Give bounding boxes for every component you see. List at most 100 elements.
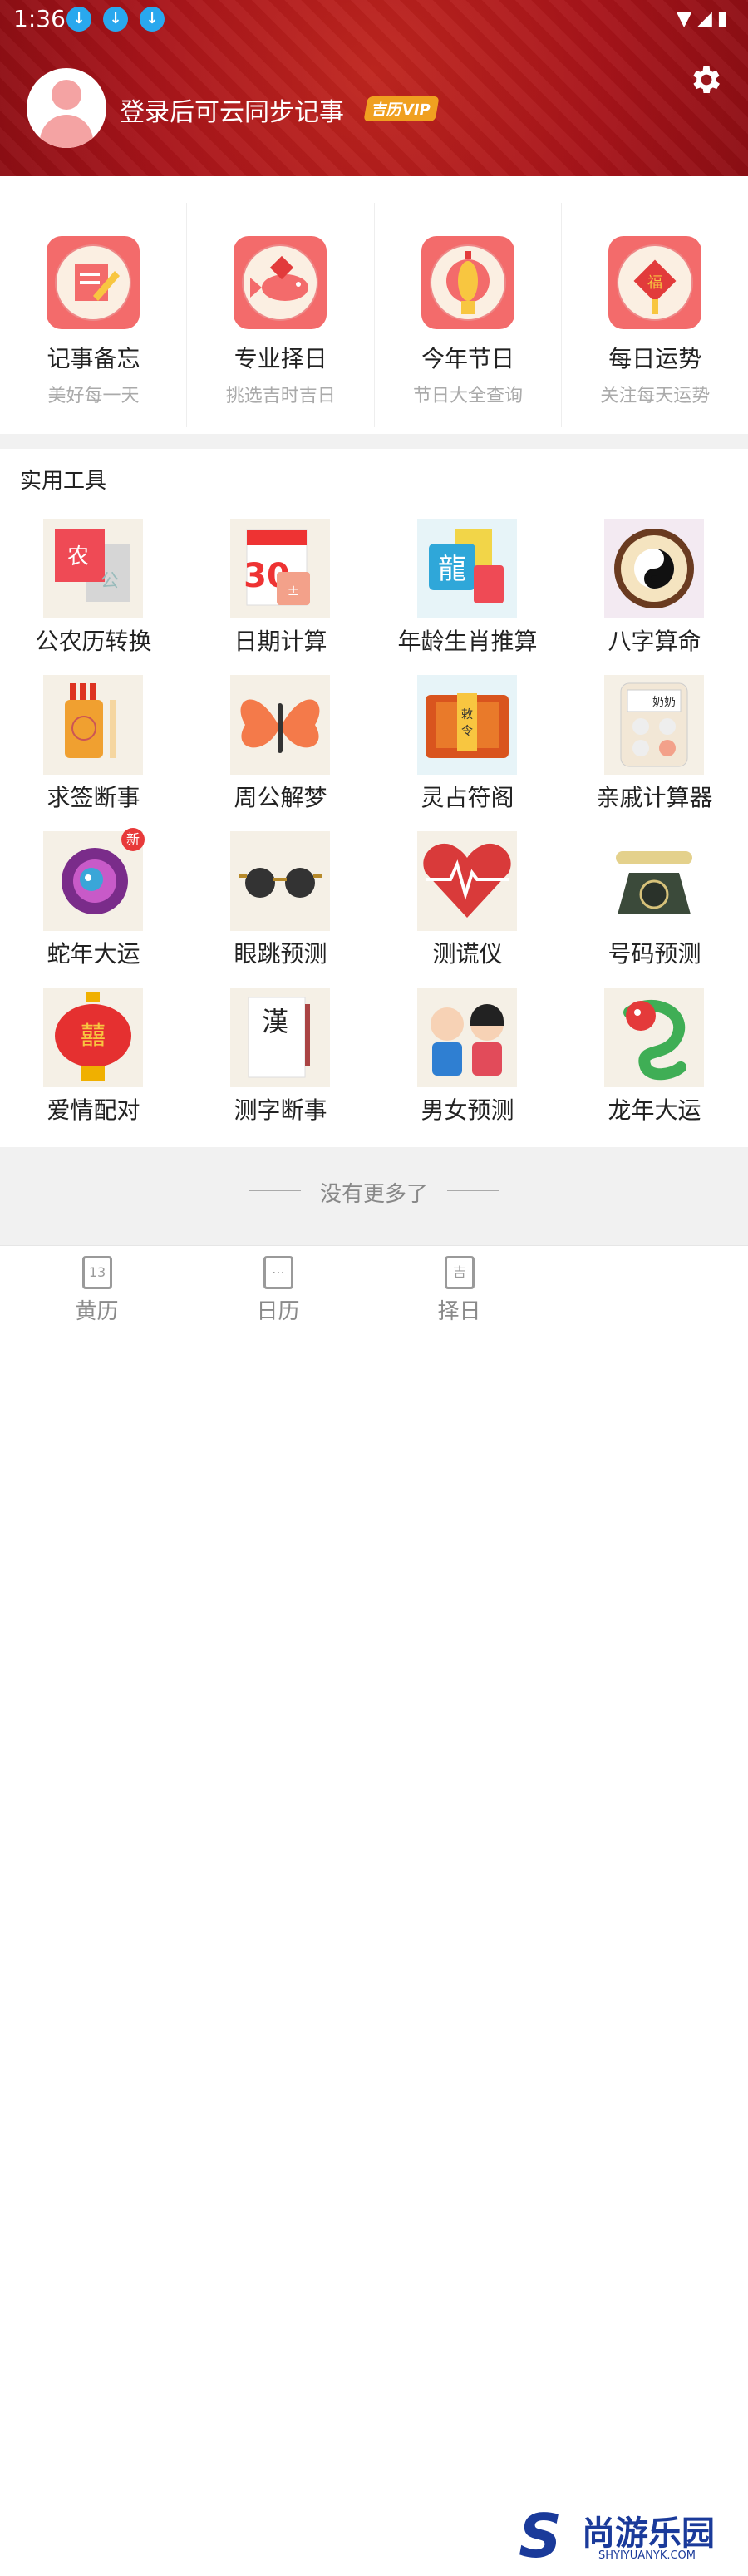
tool-label: 公农历转换 (35, 628, 152, 655)
notepad-icon (47, 236, 140, 329)
boy-girl-icon (417, 988, 517, 1087)
tool-love-match[interactable]: 囍 爱情配对 (0, 988, 187, 1147)
tool-snake-year[interactable]: 新 蛇年大运 (0, 828, 187, 991)
svg-text:敕: 敕 (461, 707, 473, 722)
fortune-sticks-icon (43, 675, 143, 775)
feature-subtitle: 关注每天运势 (600, 386, 711, 406)
tool-date-calc[interactable]: 30 ± 日期计算 (187, 519, 374, 678)
tool-label: 爱情配对 (47, 1096, 140, 1124)
avatar[interactable] (27, 68, 106, 148)
tool-label: 周公解梦 (234, 784, 327, 811)
tool-bazi[interactable]: 八字算命 (561, 519, 748, 678)
svg-text:公: 公 (101, 571, 119, 592)
talisman-icon: 敕令 (417, 675, 517, 775)
tab-date-select[interactable]: 吉 择日 (366, 1246, 553, 1331)
watermark-s-icon: S (519, 2501, 562, 2571)
zodiac-age-icon: 龍 (417, 519, 517, 618)
tool-relative-calc[interactable]: 奶奶 亲戚计算器 (561, 675, 748, 835)
watermark-logo: S 尚游乐园 SHYIYUANYK.COM (515, 2501, 748, 2576)
feature-title: 每日运势 (608, 345, 702, 372)
butterfly-icon (230, 675, 330, 775)
bottom-tab-bar: 13 黄历 ⋯ 日历 吉 择日 S 尚游乐园 SHYIYUANYK.COM (0, 1245, 748, 2571)
feature-subtitle: 美好每一天 (47, 386, 140, 406)
feature-title: 专业择日 (234, 345, 327, 372)
feature-notes[interactable]: 记事备忘 美好每一天 (0, 203, 186, 427)
tool-character-divination[interactable]: 漢 测字断事 (187, 988, 374, 1147)
feature-date-selection[interactable]: 专业择日 挑选吉时吉日 (186, 203, 373, 427)
profile-header: 1:36 ↓ ↓ ↓ ▼◢▮ 登录后可云同步记事 吉历VIP (0, 0, 748, 176)
feature-title: 今年节日 (421, 345, 514, 372)
calendar-convert-icon: 农公 (43, 519, 143, 618)
tool-gender-predict[interactable]: 男女预测 (374, 988, 561, 1147)
calligraphy-icon: 漢 (230, 988, 330, 1087)
lantern-icon (421, 236, 514, 329)
yin-yang-icon (604, 519, 704, 618)
svg-text:奶奶: 奶奶 (652, 696, 676, 709)
heart-pulse-icon (417, 831, 517, 931)
status-time: 1:36 (13, 5, 66, 32)
feature-holidays[interactable]: 今年节日 节日大全查询 (373, 203, 561, 427)
download-icon: ↓ (140, 7, 165, 32)
settings-gear-icon[interactable] (688, 62, 725, 98)
watermark-text: 尚游乐园 (582, 2514, 715, 2553)
tab-label: 择日 (437, 1299, 481, 1324)
tool-calendar-convert[interactable]: 农公 公农历转换 (0, 519, 187, 678)
new-badge: 新 (121, 828, 145, 851)
tool-lie-detector[interactable]: 测谎仪 (374, 831, 561, 991)
vip-badge: 吉历VIP (363, 96, 440, 121)
tool-label: 男女预测 (421, 1096, 514, 1124)
tool-label: 年龄生肖推算 (397, 628, 538, 655)
section-divider (0, 434, 748, 449)
dragon-icon (604, 988, 704, 1087)
tool-talisman[interactable]: 敕令 灵占符阁 (374, 675, 561, 835)
tab-calendar[interactable]: ⋯ 日历 (185, 1246, 372, 1331)
tool-number-predict[interactable]: 号码预测 (561, 831, 748, 991)
download-icon: ↓ (103, 7, 128, 32)
tool-dragon-year[interactable]: 龙年大运 (561, 988, 748, 1147)
svg-text:令: 令 (461, 725, 473, 738)
tool-dream[interactable]: 周公解梦 (187, 675, 374, 835)
tool-label: 号码预测 (608, 940, 701, 968)
watermark-url: SHYIYUANYK.COM (598, 2549, 696, 2562)
tools-section-title: 实用工具 (20, 469, 107, 494)
svg-text:漢: 漢 (262, 1006, 288, 1037)
end-of-list: 没有更多了 (0, 1147, 748, 1245)
fu-knot-icon: 福 (608, 236, 701, 329)
feature-subtitle: 节日大全查询 (412, 386, 523, 406)
divider-line (447, 1190, 499, 1191)
tool-label: 日期计算 (234, 628, 327, 655)
auspicious-calendar-icon: 吉 (445, 1256, 475, 1289)
tool-fortune-sticks[interactable]: 求签断事 (0, 675, 187, 835)
svg-text:农: 农 (67, 544, 89, 569)
login-prompt[interactable]: 登录后可云同步记事 (120, 91, 344, 128)
tool-label: 测谎仪 (432, 940, 503, 968)
svg-text:龍: 龍 (438, 553, 466, 586)
feature-daily-fortune[interactable]: 福 每日运势 关注每天运势 (560, 203, 748, 427)
download-icon: ↓ (66, 7, 91, 32)
svg-text:±: ± (287, 582, 299, 599)
tool-eye-twitch[interactable]: 眼跳预测 (187, 831, 374, 991)
tool-label: 龙年大运 (608, 1096, 701, 1124)
tool-label: 蛇年大运 (47, 940, 140, 968)
sunglasses-icon (230, 831, 330, 931)
tool-label: 眼跳预测 (234, 940, 327, 968)
tool-label: 灵占符阁 (421, 784, 514, 811)
feature-title: 记事备忘 (47, 345, 140, 372)
tab-label: 黄历 (75, 1299, 119, 1324)
telephone-icon (604, 831, 704, 931)
svg-text:福: 福 (647, 274, 662, 292)
calculator-icon: 奶奶 (604, 675, 704, 775)
tab-label: 日历 (256, 1299, 300, 1324)
fish-icon (234, 236, 327, 329)
double-happiness-lantern-icon: 囍 (43, 988, 143, 1087)
svg-text:囍: 囍 (81, 1022, 106, 1051)
tool-label: 测字断事 (234, 1096, 327, 1124)
tool-zodiac-age[interactable]: 龍 年龄生肖推算 (374, 519, 561, 678)
calendar-grid-icon: ⋯ (263, 1256, 293, 1289)
status-bar: 1:36 ↓ ↓ ↓ ▼◢▮ (0, 0, 748, 40)
almanac-calendar-icon: 13 (82, 1256, 112, 1289)
date-calc-icon: 30 ± (230, 519, 330, 618)
signal-battery-icon: ▼◢▮ (676, 7, 733, 30)
tool-label: 亲戚计算器 (596, 784, 713, 811)
tab-almanac[interactable]: 13 黄历 (3, 1246, 190, 1331)
